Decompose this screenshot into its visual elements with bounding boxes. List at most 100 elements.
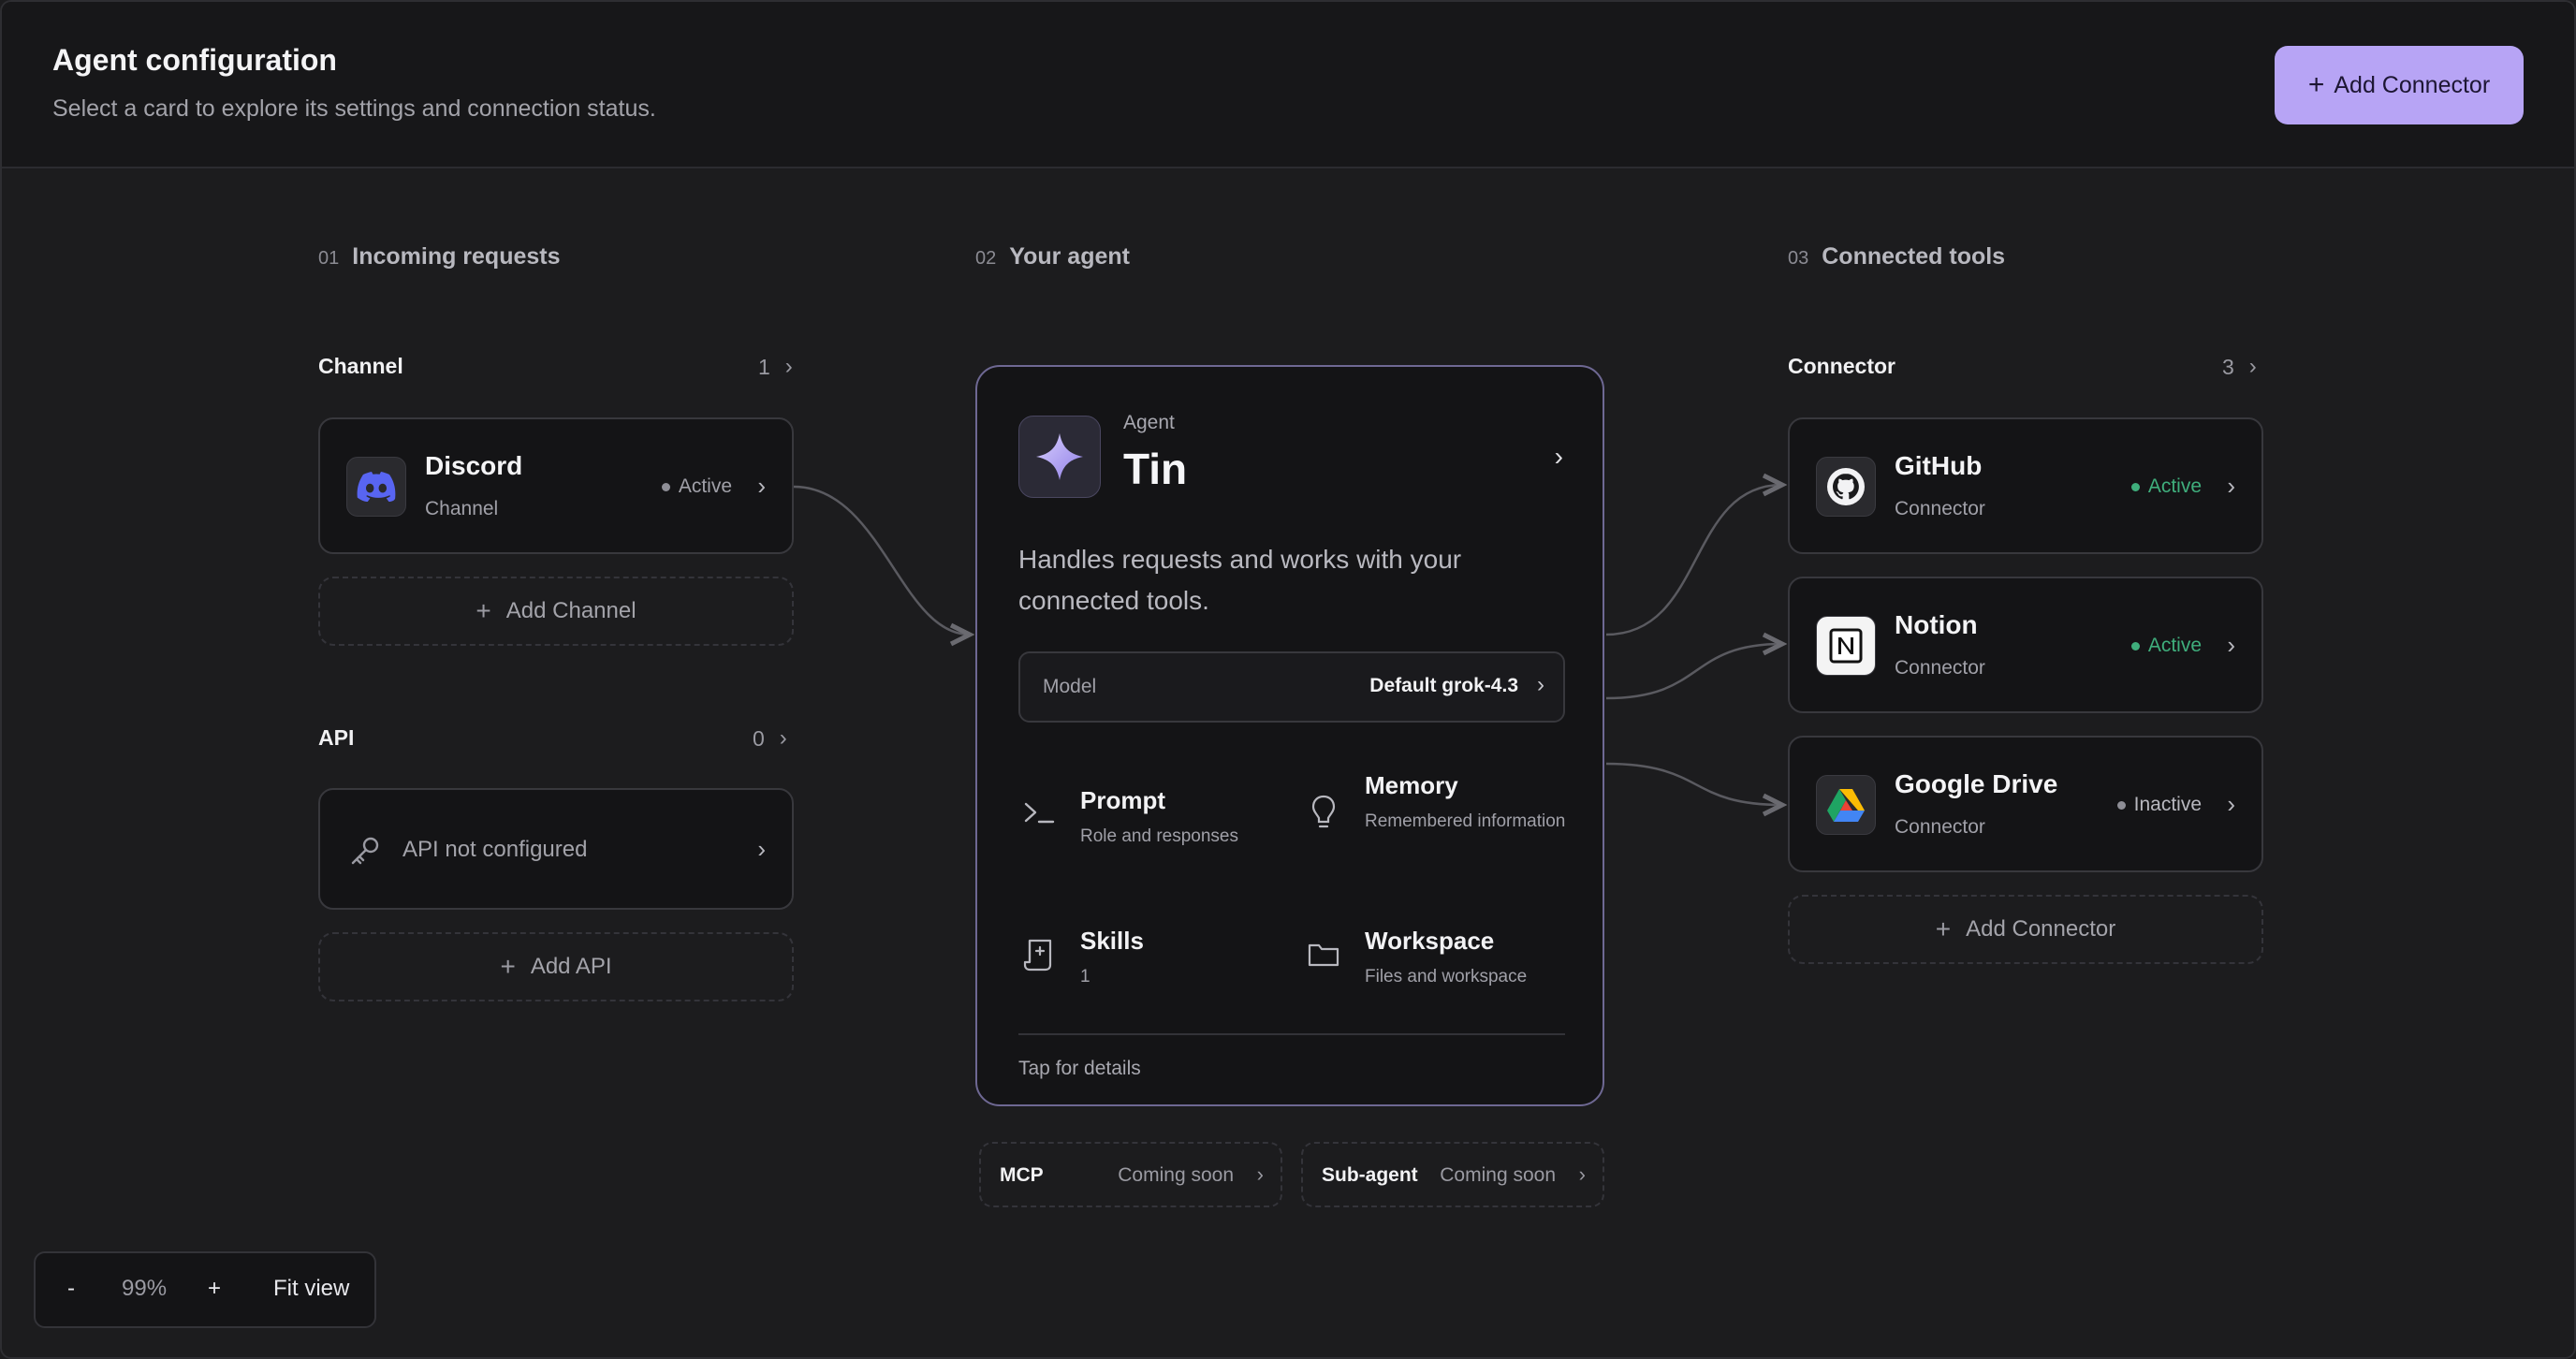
feature-memory[interactable]: Memory Remembered information	[1305, 771, 1567, 887]
google-drive-icon	[1816, 775, 1876, 835]
agent-card[interactable]: Agent Tin › Handles requests and works w…	[975, 365, 1604, 1106]
column-head-agent: 02 Your agent	[975, 243, 1130, 270]
fit-view-button[interactable]: Fit view	[273, 1276, 349, 1302]
feature-title: Memory	[1365, 771, 1458, 799]
feature-workspace[interactable]: Workspace Files and workspace	[1305, 927, 1567, 1011]
connector-count: 3	[2222, 354, 2234, 379]
api-section-label: API	[318, 725, 355, 750]
plus-icon: +	[500, 952, 516, 981]
page-title: Agent configuration	[52, 43, 337, 77]
feature-skills[interactable]: Skills 1	[1020, 927, 1282, 1011]
chevron-right-icon: ›	[1578, 1162, 1586, 1186]
zoom-out-button[interactable]: -	[67, 1276, 75, 1302]
link-discord-agent	[793, 485, 970, 635]
add-connector-header-label: Add Connector	[2334, 71, 2491, 98]
column-number: 02	[975, 248, 997, 269]
feature-subtitle: Role and responses	[1080, 826, 1238, 846]
status-dot	[2116, 800, 2126, 810]
chevron-right-icon: ›	[757, 472, 766, 500]
zoom-in-button[interactable]: +	[208, 1276, 221, 1302]
add-api-label: Add API	[530, 954, 612, 979]
connector-type: Connector	[1895, 657, 1985, 679]
notion-connector-card[interactable]: Notion Connector Active ›	[1788, 577, 2263, 713]
discord-icon	[346, 457, 406, 517]
column-title: Your agent	[1009, 243, 1130, 270]
link-agent-notion	[1605, 644, 1782, 700]
connector-type: Connector	[1895, 816, 1985, 838]
status-text: Inactive	[2133, 794, 2202, 815]
plus-icon: +	[1935, 914, 1952, 943]
chevron-right-icon: ›	[757, 835, 766, 863]
connector-name: Notion	[1895, 610, 1978, 639]
chevron-right-icon[interactable]: ›	[1555, 442, 1563, 472]
column-number: 03	[1788, 248, 1809, 269]
link-agent-github	[1605, 485, 1782, 636]
google-drive-connector-card[interactable]: Google Drive Connector Inactive ›	[1788, 736, 2263, 872]
sub-agent-card[interactable]: Sub-agent Coming soon ›	[1301, 1142, 1604, 1207]
api-card[interactable]: API not configured ›	[318, 788, 794, 910]
feature-prompt[interactable]: Prompt Role and responses	[1020, 786, 1282, 869]
page-header: Agent configuration Select a card to exp…	[2, 2, 2574, 168]
canvas-frame: Agent configuration Select a card to exp…	[0, 0, 2576, 1359]
github-connector-card[interactable]: GitHub Connector Active ›	[1788, 417, 2263, 554]
link-agent-drive	[1605, 762, 1782, 805]
status-text: Active	[2147, 635, 2202, 656]
channel-count: 1	[758, 354, 770, 379]
sparkle-star-icon	[1018, 416, 1101, 498]
extra-status: Coming soon	[1118, 1164, 1234, 1186]
column-head-incoming: 01 Incoming requests	[318, 243, 561, 270]
add-connector-label: Add Connector	[1966, 916, 2116, 942]
page-subtitle: Select a card to explore its settings an…	[52, 95, 656, 122]
chevron-right-icon: ›	[2248, 354, 2257, 379]
feature-subtitle: 1	[1080, 967, 1090, 986]
connector-section-label: Connector	[1788, 354, 1895, 378]
add-connector-button[interactable]: + Add Connector	[1788, 895, 2263, 964]
column-number: 01	[318, 248, 340, 269]
zoom-level: 99%	[122, 1276, 168, 1301]
status-badge: Inactive	[2116, 794, 2202, 816]
agent-kind: Agent	[1123, 412, 1175, 433]
column-title: Incoming requests	[352, 243, 561, 270]
chevron-right-icon: ›	[779, 725, 787, 751]
divider	[1018, 1033, 1565, 1035]
model-selector[interactable]: Model Default grok-4.3 ›	[1018, 651, 1565, 723]
feature-subtitle: Files and workspace	[1365, 967, 1528, 986]
status-text: Active	[678, 475, 732, 497]
status-badge: Active	[2130, 475, 2202, 498]
plus-icon: +	[476, 596, 491, 625]
add-connector-header-button[interactable]: + Add Connector	[2275, 46, 2524, 124]
model-value: Default grok-4.3	[1369, 675, 1518, 696]
status-dot	[661, 482, 670, 491]
add-api-button[interactable]: + Add API	[318, 932, 794, 1001]
status-text: Active	[2147, 475, 2202, 497]
key-icon	[348, 833, 384, 873]
extra-label: MCP	[1000, 1164, 1044, 1186]
add-channel-label: Add Channel	[505, 598, 637, 623]
agent-description: Handles requests and works with your con…	[1018, 545, 1462, 615]
mcp-card[interactable]: MCP Coming soon ›	[979, 1142, 1282, 1207]
status-badge: Active	[661, 475, 732, 498]
chevron-right-icon: ›	[1256, 1162, 1264, 1186]
connector-type: Connector	[1895, 498, 1985, 519]
channel-section-label: Channel	[318, 354, 403, 378]
channel-type: Channel	[425, 498, 499, 519]
chevron-right-icon: ›	[1537, 672, 1544, 697]
discord-channel-card[interactable]: Discord Channel Active ›	[318, 417, 794, 554]
agent-name: Tin	[1123, 445, 1188, 493]
extra-label: Sub-agent	[1322, 1164, 1418, 1186]
feature-title: Skills	[1080, 927, 1144, 955]
github-icon	[1816, 457, 1876, 517]
channel-section-count[interactable]: 1 ›	[758, 354, 793, 380]
feature-title: Workspace	[1365, 927, 1495, 955]
channel-name: Discord	[425, 451, 523, 480]
terminal-prompt-icon	[1020, 794, 1058, 831]
chevron-right-icon: ›	[784, 354, 793, 379]
folder-icon	[1305, 936, 1342, 973]
add-channel-button[interactable]: + Add Channel	[318, 577, 794, 646]
feature-title: Prompt	[1080, 786, 1165, 814]
feature-subtitle: Remembered information	[1365, 811, 1566, 831]
zoom-controls: - 99% + Fit view	[34, 1251, 376, 1328]
connector-section-count[interactable]: 3 ›	[2222, 354, 2257, 380]
connector-name: GitHub	[1895, 451, 1983, 480]
api-section-count[interactable]: 0 ›	[753, 725, 787, 752]
